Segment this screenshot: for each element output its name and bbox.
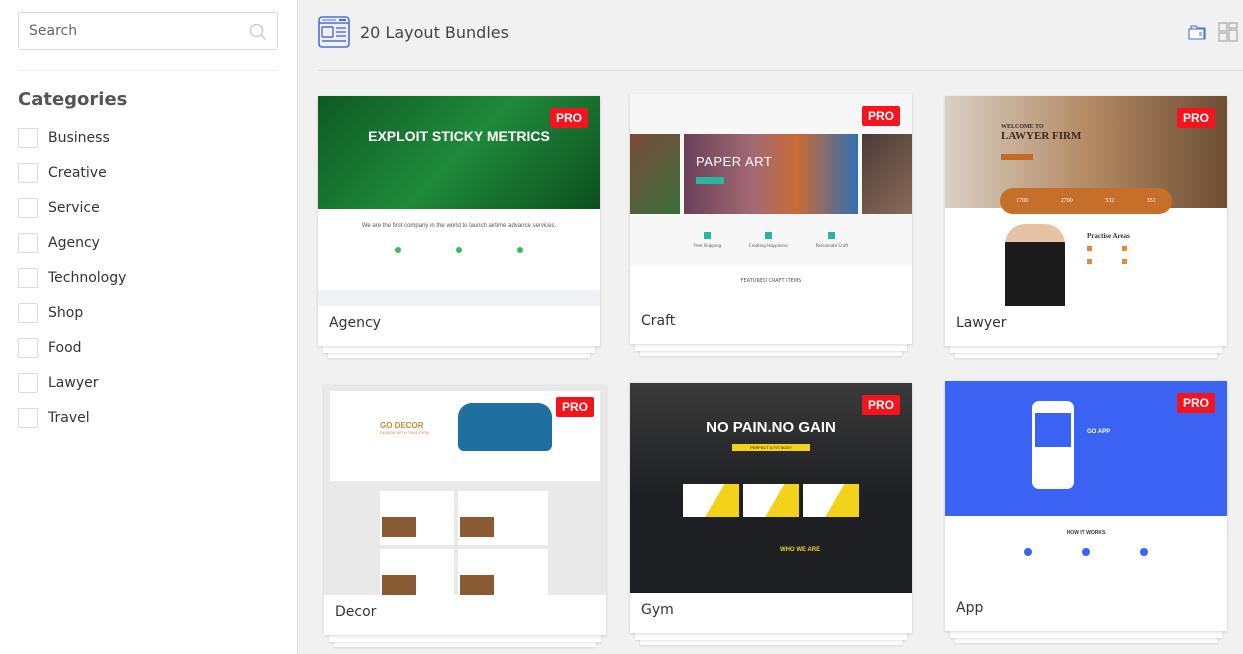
preview-stats: 1700 2700 532 351 bbox=[1000, 188, 1172, 214]
preview-tagline: PERFECT & FIT BODY bbox=[732, 444, 810, 451]
card-front[interactable]: GO APP HOW IT WORKS PRO App bbox=[945, 381, 1227, 631]
preview-feature: Creating Happiness bbox=[748, 243, 788, 248]
sidebar: Categories Business Creative Service Age… bbox=[0, 0, 298, 654]
bundle-card-decor[interactable]: GO DECOR DESIGN WITH TRADITION PRO Decor bbox=[324, 385, 606, 647]
preview-feature-icon bbox=[395, 247, 402, 253]
category-label: Technology bbox=[48, 269, 127, 286]
category-checkbox[interactable] bbox=[18, 267, 38, 288]
search-box bbox=[18, 12, 278, 50]
bundle-preview: PAPER ART Free Shipping Creating Happine… bbox=[630, 94, 912, 304]
pro-badge: PRO bbox=[861, 395, 900, 415]
category-label: Travel bbox=[48, 409, 90, 426]
category-checkbox[interactable] bbox=[18, 372, 38, 393]
preview-tagline: We are the first company in the world to… bbox=[361, 223, 557, 229]
category-label: Creative bbox=[48, 164, 107, 181]
category-list: Business Creative Service Agency Technol… bbox=[18, 120, 277, 435]
preview-stat: 532 bbox=[1105, 198, 1115, 204]
bundle-preview: GO APP HOW IT WORKS PRO bbox=[945, 381, 1227, 591]
preview-section: WHO WE ARE bbox=[780, 547, 821, 553]
pro-badge: PRO bbox=[549, 108, 588, 128]
pro-badge: PRO bbox=[861, 106, 900, 126]
grid-view-icon[interactable] bbox=[1218, 22, 1238, 42]
pro-badge: PRO bbox=[1176, 393, 1215, 413]
bundle-name: App bbox=[956, 600, 984, 616]
bundle-card-app[interactable]: GO APP HOW IT WORKS PRO App bbox=[945, 381, 1227, 643]
category-checkbox[interactable] bbox=[18, 162, 38, 183]
bundle-name: Agency bbox=[329, 315, 381, 331]
category-food[interactable]: Food bbox=[18, 330, 277, 365]
category-label: Service bbox=[48, 199, 100, 216]
preview-feature: Passionate Craft bbox=[815, 243, 849, 248]
pro-badge: PRO bbox=[1176, 108, 1215, 128]
category-checkbox[interactable] bbox=[18, 407, 38, 428]
category-technology[interactable]: Technology bbox=[18, 260, 277, 295]
preview-section: FEATURED CRAFT ITEMS bbox=[630, 266, 912, 304]
preview-headline: GO APP bbox=[1087, 429, 1111, 435]
category-label: Shop bbox=[48, 304, 84, 321]
category-label: Business bbox=[48, 129, 110, 146]
preview-feature-icon bbox=[516, 247, 523, 253]
bundle-card-gym[interactable]: NO PAIN.NO GAIN PERFECT & FIT BODY WHO W… bbox=[630, 383, 912, 645]
category-checkbox[interactable] bbox=[18, 232, 38, 253]
preview-feature: Free Shipping bbox=[693, 243, 722, 248]
preview-lawyer-photo bbox=[1005, 224, 1065, 306]
preview-stat: 351 bbox=[1146, 198, 1156, 204]
category-creative[interactable]: Creative bbox=[18, 155, 277, 190]
preview-feature-icon bbox=[455, 247, 462, 253]
preview-sofa-image bbox=[458, 403, 552, 451]
category-label: Agency bbox=[48, 234, 100, 251]
preview-stat: 1700 bbox=[1016, 198, 1029, 204]
preview-headline: EXPLOIT STICKY METRICS bbox=[368, 128, 550, 144]
category-checkbox[interactable] bbox=[18, 197, 38, 218]
layout-bundle-icon bbox=[318, 16, 350, 48]
card-front[interactable]: PAPER ART Free Shipping Creating Happine… bbox=[630, 94, 912, 344]
bundle-preview: WELCOME TO LAWYER FIRM 1700 2700 532 351… bbox=[945, 96, 1227, 306]
search-icon[interactable] bbox=[249, 23, 267, 41]
bundle-name: Decor bbox=[335, 604, 377, 620]
preview-stat: 2700 bbox=[1060, 198, 1073, 204]
category-checkbox[interactable] bbox=[18, 337, 38, 358]
search-input[interactable] bbox=[19, 13, 277, 49]
category-lawyer[interactable]: Lawyer bbox=[18, 365, 277, 400]
layout-bundles-app: Categories Business Creative Service Age… bbox=[0, 0, 1243, 654]
preview-phone-image bbox=[1032, 401, 1074, 489]
bundle-card-agency[interactable]: EXPLOIT STICKY METRICS We are the first … bbox=[318, 96, 600, 358]
pro-badge: PRO bbox=[555, 397, 594, 417]
preview-section: Practise Areas bbox=[1087, 232, 1130, 240]
bundle-name: Gym bbox=[641, 602, 674, 618]
bundle-preview: NO PAIN.NO GAIN PERFECT & FIT BODY WHO W… bbox=[630, 383, 912, 593]
bundle-name: Lawyer bbox=[956, 315, 1007, 331]
bundle-preview: GO DECOR DESIGN WITH TRADITION PRO bbox=[324, 385, 606, 595]
preview-headline: LAWYER FIRM bbox=[1001, 130, 1082, 142]
sidebar-divider bbox=[18, 70, 278, 71]
bundle-preview: EXPLOIT STICKY METRICS We are the first … bbox=[318, 96, 600, 306]
preview-section: HOW IT WORKS bbox=[1066, 530, 1106, 536]
card-front[interactable]: GO DECOR DESIGN WITH TRADITION PRO Decor bbox=[324, 385, 606, 635]
bundle-name: Craft bbox=[641, 313, 676, 329]
category-checkbox[interactable] bbox=[18, 127, 38, 148]
card-front[interactable]: NO PAIN.NO GAIN PERFECT & FIT BODY WHO W… bbox=[630, 383, 912, 633]
category-service[interactable]: Service bbox=[18, 190, 277, 225]
bundle-card-lawyer[interactable]: WELCOME TO LAWYER FIRM 1700 2700 532 351… bbox=[945, 96, 1227, 358]
category-label: Lawyer bbox=[48, 374, 99, 391]
bundles-count-title: 20 Layout Bundles bbox=[360, 22, 509, 42]
folder-icon[interactable] bbox=[1188, 22, 1208, 42]
preview-headline: NO PAIN.NO GAIN bbox=[706, 419, 836, 436]
view-tools bbox=[1188, 22, 1238, 42]
bundle-card-craft[interactable]: PAPER ART Free Shipping Creating Happine… bbox=[630, 94, 912, 356]
card-front[interactable]: WELCOME TO LAWYER FIRM 1700 2700 532 351… bbox=[945, 96, 1227, 346]
category-label: Food bbox=[48, 339, 82, 356]
bundles-header: 20 Layout Bundles bbox=[318, 0, 1240, 62]
category-agency[interactable]: Agency bbox=[18, 225, 277, 260]
category-checkbox[interactable] bbox=[18, 302, 38, 323]
categories-title: Categories bbox=[18, 89, 128, 110]
card-front[interactable]: EXPLOIT STICKY METRICS We are the first … bbox=[318, 96, 600, 346]
preview-headline: PAPER ART bbox=[696, 154, 773, 169]
category-shop[interactable]: Shop bbox=[18, 295, 277, 330]
header-divider bbox=[318, 70, 1243, 71]
category-business[interactable]: Business bbox=[18, 120, 277, 155]
category-travel[interactable]: Travel bbox=[18, 400, 277, 435]
main-content: 20 Layout Bundles EXPLOIT STICKY METRICS bbox=[298, 0, 1243, 654]
